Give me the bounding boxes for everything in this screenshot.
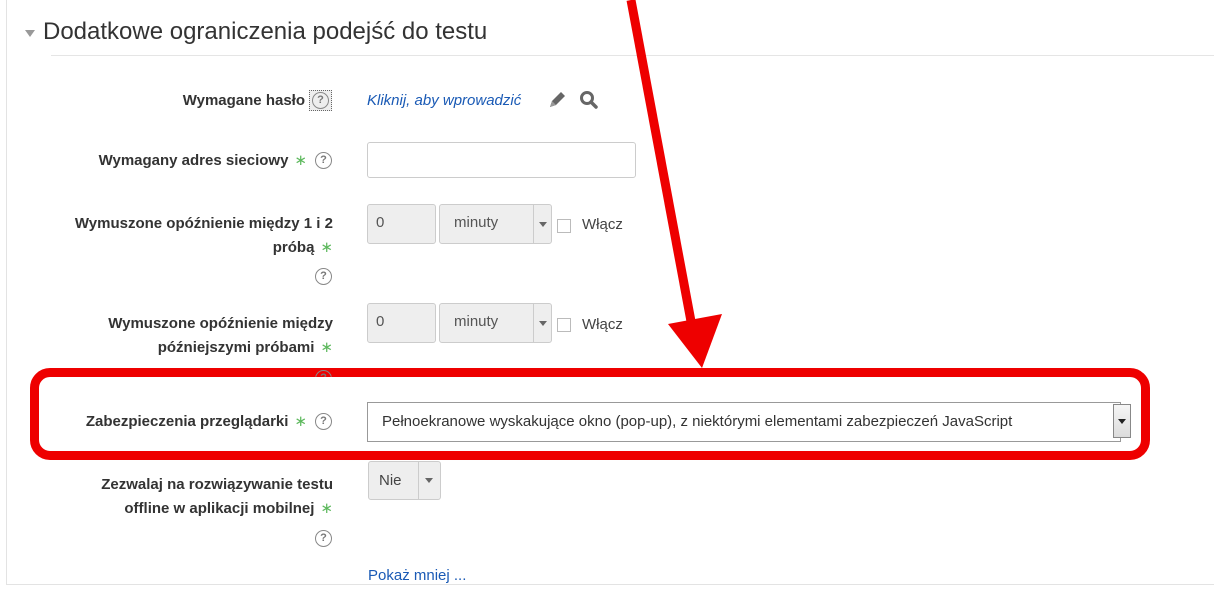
network-label-text: Wymagany adres sieciowy [98,152,289,169]
offline-select[interactable]: Nie [368,461,441,500]
network-help-icon[interactable]: ? [315,152,332,169]
offline-label: Zezwalaj na rozwiązywanie testu offline … [33,473,333,521]
network-input[interactable] [367,142,636,178]
password-edit-link[interactable]: Kliknij, aby wprowadzić [367,92,521,109]
collapse-caret-icon[interactable] [25,30,35,37]
required-asterisk: ∗ [320,500,333,517]
chevron-down-icon [533,304,551,342]
delay2-enable-label[interactable]: Włącz [582,316,623,333]
delay2-enable-checkbox[interactable] [557,318,571,332]
required-asterisk: ∗ [294,152,307,169]
offline-help-icon[interactable]: ? [315,530,332,547]
offline-label-line1: Zezwalaj na rozwiązywanie testu [101,476,333,493]
section-header[interactable]: Dodatkowe ograniczenia podejść do testu [25,12,487,52]
delay2-unit-select[interactable]: minuty [439,303,552,343]
delay1-help-icon[interactable]: ? [315,268,332,285]
delay1-enable-checkbox[interactable] [557,219,571,233]
delay1-enable-label[interactable]: Włącz [582,216,623,233]
password-help-button[interactable]: ? [309,90,332,111]
chevron-down-icon [418,462,440,499]
password-label-text: Wymagane hasło [182,92,305,109]
delay2-unit-text: minuty [454,313,499,330]
required-asterisk: ∗ [320,339,333,356]
delay1-label-line2: próbą [272,239,315,256]
search-icon[interactable] [579,90,599,110]
required-asterisk: ∗ [320,239,333,256]
delay1-label-line1: Wymuszone opóźnienie między 1 i 2 [74,215,333,232]
chevron-down-icon [533,205,551,243]
show-less-link[interactable]: Pokaż mniej ... [368,567,466,584]
password-label: Wymagane hasło [5,89,305,113]
section-title: Dodatkowe ograniczenia podejść do testu [43,18,488,45]
delay2-label-line2: późniejszymi próbami [157,339,315,356]
offline-label-line2: offline w aplikacji mobilnej [124,500,315,517]
help-icon: ? [312,92,329,109]
delay1-unit-text: minuty [454,214,499,231]
delay2-value-input[interactable]: 0 [367,303,436,343]
delay1-unit-select[interactable]: minuty [439,204,552,244]
offline-value: Nie [379,472,402,489]
pencil-icon[interactable] [547,90,567,110]
annotation-highlight-box [30,368,1150,460]
network-label: Wymagany adres sieciowy ∗ [7,149,307,173]
section-divider [51,55,1214,56]
delay1-value-input[interactable]: 0 [367,204,436,244]
delay2-label-line1: Wymuszone opóźnienie między [108,315,333,332]
delay1-label: Wymuszone opóźnienie między 1 i 2 próbą ∗ [33,212,333,260]
delay2-label: Wymuszone opóźnienie między późniejszymi… [33,312,333,360]
